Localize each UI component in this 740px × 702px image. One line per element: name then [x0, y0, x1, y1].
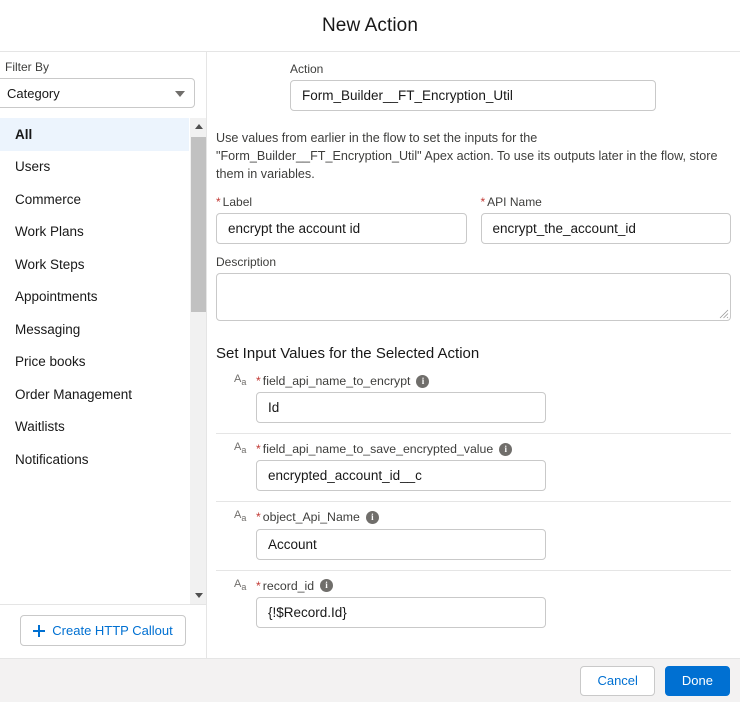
required-marker: * — [481, 195, 486, 209]
filter-by-label: Filter By — [5, 60, 195, 74]
done-button[interactable]: Done — [665, 666, 730, 696]
sidebar-item-commerce[interactable]: Commerce — [0, 183, 189, 216]
input-row: Aa *field_api_name_to_encrypt i — [216, 372, 731, 433]
scrollbar-thumb[interactable] — [191, 137, 206, 312]
description-textarea[interactable] — [216, 273, 731, 321]
sidebar-item-work-plans[interactable]: Work Plans — [0, 216, 189, 249]
filter-by-value: Category — [7, 86, 60, 101]
input-param-value[interactable] — [256, 529, 546, 560]
input-param-value[interactable] — [256, 460, 546, 491]
sidebar-item-appointments[interactable]: Appointments — [0, 281, 189, 314]
create-http-callout-button[interactable]: Create HTTP Callout — [20, 615, 185, 646]
action-label: Action — [290, 62, 656, 77]
input-param-label: *object_Api_Name — [256, 510, 360, 524]
sidebar-item-label: Notifications — [15, 452, 89, 467]
label-field-group: *Label — [216, 195, 467, 244]
api-name-field-group: *API Name — [481, 195, 732, 244]
sidebar-item-work-steps[interactable]: Work Steps — [0, 248, 189, 281]
sidebar-item-label: Users — [15, 159, 50, 174]
input-row-header: Aa *field_api_name_to_save_encrypted_val… — [216, 442, 731, 456]
action-input[interactable] — [290, 80, 656, 111]
category-sidebar: Filter By Category All Users Commerce Wo… — [0, 52, 207, 658]
sidebar-item-label: Waitlists — [15, 419, 65, 434]
text-type-icon: Aa — [234, 510, 250, 524]
input-param-label: *record_id — [256, 579, 314, 593]
text-type-icon: Aa — [234, 442, 250, 456]
input-row-header: Aa *field_api_name_to_encrypt i — [216, 374, 731, 388]
input-values-list: Aa *field_api_name_to_encrypt i Aa *fiel… — [216, 372, 731, 638]
info-icon[interactable]: i — [499, 443, 512, 456]
input-param-label: *field_api_name_to_encrypt — [256, 374, 410, 388]
text-type-icon: Aa — [234, 374, 250, 388]
sidebar-item-all[interactable]: All — [0, 118, 189, 151]
sidebar-item-label: Work Plans — [15, 224, 84, 239]
required-marker: * — [256, 374, 261, 388]
scroll-up-arrow-icon[interactable] — [190, 118, 207, 135]
input-param-wrapper — [216, 460, 731, 491]
input-row-header: Aa *record_id i — [216, 579, 731, 593]
filter-by-group: Filter By Category — [0, 52, 206, 118]
sidebar-item-order-management[interactable]: Order Management — [0, 378, 189, 411]
cancel-button[interactable]: Cancel — [580, 666, 654, 696]
label-apiname-row: *Label *API Name — [216, 195, 731, 244]
sidebar-item-label: All — [15, 127, 32, 142]
sidebar-item-price-books[interactable]: Price books — [0, 346, 189, 379]
label-field-label: *Label — [216, 195, 467, 210]
sidebar-item-label: Work Steps — [15, 257, 85, 272]
info-icon[interactable]: i — [320, 579, 333, 592]
sidebar-item-waitlists[interactable]: Waitlists — [0, 411, 189, 444]
info-icon[interactable]: i — [366, 511, 379, 524]
modal-body: Filter By Category All Users Commerce Wo… — [0, 52, 740, 658]
action-field-group: Action — [216, 62, 731, 111]
input-param-wrapper — [216, 529, 731, 560]
input-param-wrapper — [216, 597, 731, 628]
scroll-down-arrow-icon[interactable] — [190, 587, 207, 604]
input-param-value[interactable] — [256, 597, 546, 628]
sidebar-item-users[interactable]: Users — [0, 151, 189, 184]
new-action-modal: New Action Filter By Category All Users … — [0, 0, 740, 702]
category-list: All Users Commerce Work Plans Work Steps… — [0, 118, 189, 604]
page-title: New Action — [322, 15, 418, 37]
description-label: Description — [216, 255, 731, 270]
required-marker: * — [256, 579, 261, 593]
description-wrapper — [216, 273, 731, 321]
sidebar-item-messaging[interactable]: Messaging — [0, 313, 189, 346]
sidebar-item-label: Messaging — [15, 322, 80, 337]
label-input[interactable] — [216, 213, 467, 244]
chevron-down-icon — [175, 91, 185, 97]
inputs-section-title: Set Input Values for the Selected Action — [216, 345, 731, 362]
required-marker: * — [256, 510, 261, 524]
input-row: Aa *field_api_name_to_save_encrypted_val… — [216, 433, 731, 501]
category-list-scrollbar[interactable] — [189, 118, 206, 604]
input-row-header: Aa *object_Api_Name i — [216, 510, 731, 524]
category-list-wrapper: All Users Commerce Work Plans Work Steps… — [0, 118, 206, 604]
action-details-panel: Action Use values from earlier in the fl… — [207, 52, 740, 658]
text-type-icon: Aa — [234, 579, 250, 593]
filter-by-combobox[interactable]: Category — [0, 78, 195, 108]
action-help-text: Use values from earlier in the flow to s… — [216, 129, 731, 183]
create-http-callout-label: Create HTTP Callout — [52, 623, 172, 638]
api-name-field-label: *API Name — [481, 195, 732, 210]
sidebar-item-label: Price books — [15, 354, 86, 369]
sidebar-footer: Create HTTP Callout — [0, 604, 206, 658]
description-field-group: Description — [216, 255, 731, 321]
api-name-input[interactable] — [481, 213, 732, 244]
info-icon[interactable]: i — [416, 375, 429, 388]
sidebar-item-label: Appointments — [15, 289, 98, 304]
input-param-value[interactable] — [256, 392, 546, 423]
plus-icon — [33, 625, 45, 637]
required-marker: * — [216, 195, 221, 209]
sidebar-item-label: Order Management — [15, 387, 132, 402]
required-marker: * — [256, 442, 261, 456]
input-param-wrapper — [216, 392, 731, 423]
input-row: Aa *object_Api_Name i — [216, 501, 731, 569]
sidebar-item-notifications[interactable]: Notifications — [0, 443, 189, 476]
input-row: Aa *record_id i — [216, 570, 731, 638]
modal-header: New Action — [0, 0, 740, 52]
input-param-label: *field_api_name_to_save_encrypted_value — [256, 442, 493, 456]
modal-footer: Cancel Done — [0, 658, 740, 702]
sidebar-item-label: Commerce — [15, 192, 81, 207]
